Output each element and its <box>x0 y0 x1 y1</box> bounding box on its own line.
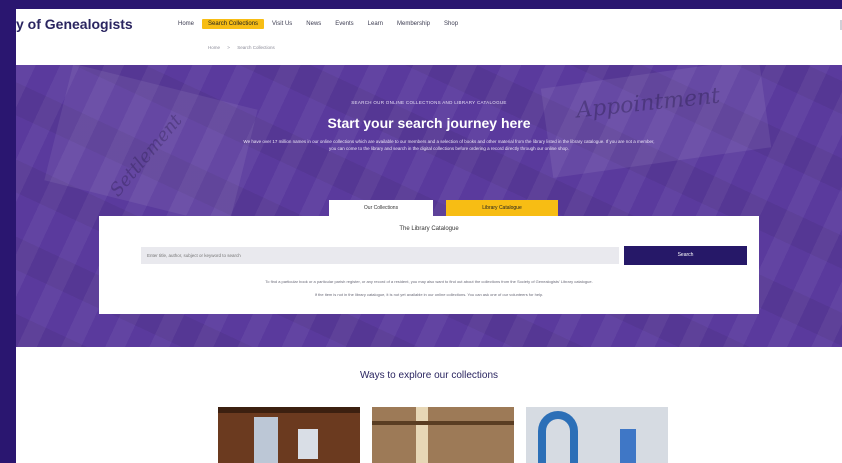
image-detail <box>538 411 578 463</box>
nav-item-visit-us[interactable]: Visit Us <box>266 19 298 29</box>
image-detail <box>372 421 514 425</box>
breadcrumb-current: Search Collections <box>237 45 275 50</box>
tab-our-collections[interactable]: Our Collections <box>329 200 433 216</box>
image-detail <box>620 429 636 463</box>
hero-eyebrow: SEARCH OUR ONLINE COLLECTIONS AND LIBRAR… <box>351 100 507 105</box>
nav-item-news[interactable]: News <box>300 19 327 29</box>
nav-item-shop[interactable]: Shop <box>438 19 464 29</box>
hero-description: We have over 17 million names in our onl… <box>243 139 655 151</box>
nav-item-events[interactable]: Events <box>329 19 359 29</box>
screen-frame: y of Genealogists Home Search Collection… <box>0 0 842 463</box>
image-detail <box>254 417 278 463</box>
explore-section-title: Ways to explore our collections <box>359 370 499 381</box>
image-detail <box>298 429 318 459</box>
explore-card-image[interactable] <box>372 407 514 463</box>
breadcrumb: Home > Search Collections <box>208 45 281 50</box>
hero-title: Start your search journey here <box>327 115 531 131</box>
tab-library-catalogue[interactable]: Library Catalogue <box>446 200 558 216</box>
image-detail <box>416 407 428 463</box>
catalogue-card-title: The Library Catalogue <box>399 226 459 232</box>
nav-item-search-collections[interactable]: Search Collections <box>202 19 265 29</box>
explore-card-image[interactable] <box>218 407 360 463</box>
site-header: y of Genealogists Home Search Collection… <box>16 9 842 39</box>
catalogue-help-text: To find a particular book or a particula… <box>265 279 593 284</box>
web-page: y of Genealogists Home Search Collection… <box>16 9 842 463</box>
hero-banner: Appointment Settlement SEARCH OUR ONLINE… <box>16 65 842 347</box>
nav-item-learn[interactable]: Learn <box>362 19 389 29</box>
catalogue-search-input[interactable] <box>141 247 619 264</box>
explore-card-image[interactable] <box>526 407 668 463</box>
site-logo-text[interactable]: y of Genealogists <box>16 16 133 32</box>
catalogue-search-button[interactable]: Search <box>624 246 747 265</box>
catalogue-help-text: If the item is not in the library catalo… <box>314 292 544 297</box>
nav-item-home[interactable]: Home <box>172 19 200 29</box>
main-nav: Home Search Collections Visit Us News Ev… <box>172 19 466 29</box>
image-detail <box>218 407 360 413</box>
catalogue-search-card: The Library Catalogue Search To find a p… <box>99 216 759 314</box>
breadcrumb-separator: > <box>227 45 230 50</box>
breadcrumb-home[interactable]: Home <box>208 45 220 50</box>
nav-item-membership[interactable]: Membership <box>391 19 436 29</box>
